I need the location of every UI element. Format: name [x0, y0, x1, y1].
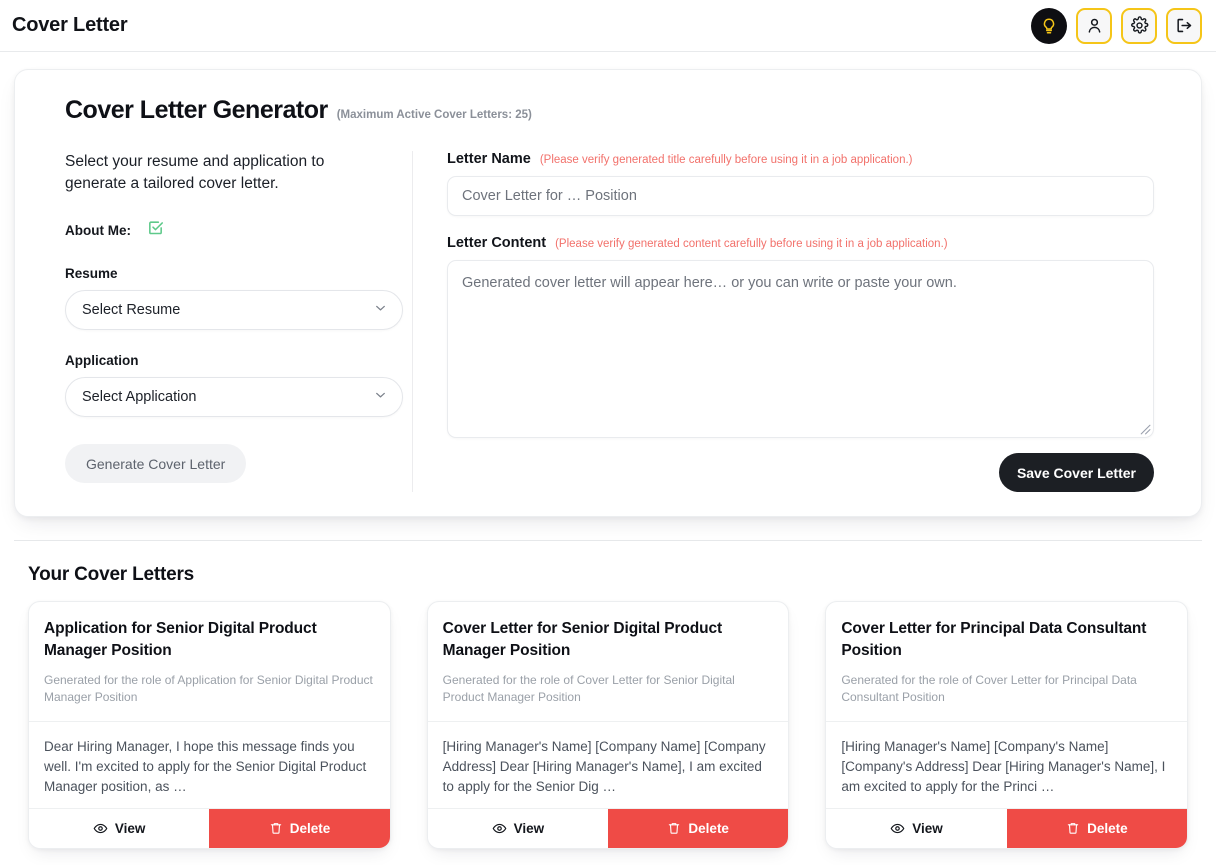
delete-button[interactable]: Delete: [209, 808, 390, 848]
letter-name-input[interactable]: [447, 176, 1154, 216]
letter-content-label-row: Letter Content (Please verify generated …: [447, 235, 1175, 251]
card-header: Cover Letter for Principal Data Consulta…: [826, 602, 1187, 721]
card-title: Application for Senior Digital Product M…: [44, 620, 317, 660]
settings-button[interactable]: [1121, 7, 1157, 44]
letter-content-wrapper: [447, 260, 1154, 438]
card-meta: Generated for the role of Cover Letter f…: [841, 672, 1137, 704]
generator-body: Select your resume and application to ge…: [41, 151, 1175, 492]
eye-icon: [890, 823, 905, 833]
resume-select-value: Select Resume: [82, 302, 181, 318]
cover-letter-generator-panel: Cover Letter Generator (Maximum Active C…: [14, 69, 1202, 517]
generator-subtitle: (Maximum Active Cover Letters: 25): [336, 109, 532, 121]
page-title: Cover Letter: [12, 14, 128, 36]
letter-content-warning: (Please verify generated content careful…: [555, 238, 948, 250]
letter-content-label: Letter Content: [447, 235, 547, 251]
header-actions: [1031, 7, 1202, 44]
card-header: Cover Letter for Senior Digital Product …: [428, 602, 789, 721]
card-actions: View Delete: [826, 807, 1188, 848]
card-actions: View Delete: [427, 807, 789, 848]
trash-icon: [669, 823, 680, 834]
card-preview: [Hiring Manager's Name] [Company Name] […: [427, 720, 789, 808]
delete-label: Delete: [1087, 820, 1128, 836]
letter-name-label: Letter Name: [447, 151, 531, 167]
chevron-down-icon: [373, 388, 388, 407]
application-label: Application: [65, 353, 139, 368]
card-title: Cover Letter for Senior Digital Product …: [442, 620, 723, 660]
about-me-row: About Me:: [65, 219, 388, 241]
card-title: Cover Letter for Principal Data Consulta…: [841, 620, 1147, 660]
view-label: View: [912, 820, 943, 836]
delete-label: Delete: [289, 820, 331, 836]
view-label: View: [114, 820, 146, 836]
cover-letter-card[interactable]: Cover Letter for Senior Digital Product …: [426, 601, 790, 849]
card-meta: Generated for the role of Cover Letter f…: [442, 672, 735, 704]
app-header: Cover Letter: [0, 0, 1216, 52]
trash-icon: [1067, 823, 1079, 834]
generator-left-column: Select your resume and application to ge…: [41, 151, 413, 492]
view-button[interactable]: View: [826, 808, 1007, 848]
save-row: Save Cover Letter: [447, 453, 1154, 492]
cover-letters-grid: Application for Senior Digital Product M…: [0, 601, 1216, 849]
gear-icon: [1130, 16, 1148, 34]
card-meta: Generated for the role of Application fo…: [44, 672, 373, 704]
tips-lightbulb-button[interactable]: [1031, 7, 1067, 44]
letter-name-warning: (Please verify generated title carefully…: [539, 154, 913, 166]
card-preview: [Hiring Manager's Name] [Company's Name]…: [826, 720, 1188, 808]
delete-button[interactable]: Delete: [608, 808, 789, 848]
eye-icon: [492, 823, 506, 833]
view-label: View: [513, 820, 545, 836]
card-header: Application for Senior Digital Product M…: [29, 602, 390, 721]
generator-header: Cover Letter Generator (Maximum Active C…: [41, 96, 1175, 125]
delete-label: Delete: [688, 820, 729, 836]
about-me-label: About Me:: [65, 222, 131, 238]
generator-right-column: Letter Name (Please verify generated tit…: [413, 151, 1175, 492]
letter-content-textarea[interactable]: [447, 260, 1154, 438]
section-divider: [14, 540, 1202, 541]
generator-title: Cover Letter Generator: [65, 96, 328, 124]
lightbulb-icon: [1043, 17, 1055, 33]
view-button[interactable]: View: [427, 808, 609, 848]
card-preview: Dear Hiring Manager, I hope this message…: [29, 720, 390, 808]
trash-icon: [270, 823, 281, 834]
letter-name-label-row: Letter Name (Please verify generated tit…: [447, 151, 1175, 167]
application-select[interactable]: Select Application: [65, 377, 403, 417]
logout-icon: [1176, 18, 1191, 33]
eye-icon: [93, 823, 108, 833]
resume-label: Resume: [65, 266, 118, 281]
user-icon: [1088, 18, 1100, 33]
cover-letter-card[interactable]: Application for Senior Digital Product M…: [28, 601, 391, 849]
application-select-value: Select Application: [82, 389, 197, 405]
check-square-icon[interactable]: [147, 219, 164, 241]
chevron-down-icon: [373, 301, 388, 320]
generate-cover-letter-button[interactable]: Generate Cover Letter: [65, 444, 247, 483]
profile-button[interactable]: [1076, 7, 1112, 44]
card-actions: View Delete: [29, 807, 390, 848]
view-button[interactable]: View: [29, 808, 210, 848]
your-cover-letters-title: Your Cover Letters: [28, 564, 195, 585]
logout-button[interactable]: [1166, 7, 1202, 44]
generator-lead-text: Select your resume and application to ge…: [65, 153, 325, 192]
save-cover-letter-button[interactable]: Save Cover Letter: [998, 453, 1154, 492]
resume-select[interactable]: Select Resume: [65, 290, 403, 330]
cover-letter-card[interactable]: Cover Letter for Principal Data Consulta…: [825, 601, 1189, 849]
delete-button[interactable]: Delete: [1006, 808, 1188, 848]
